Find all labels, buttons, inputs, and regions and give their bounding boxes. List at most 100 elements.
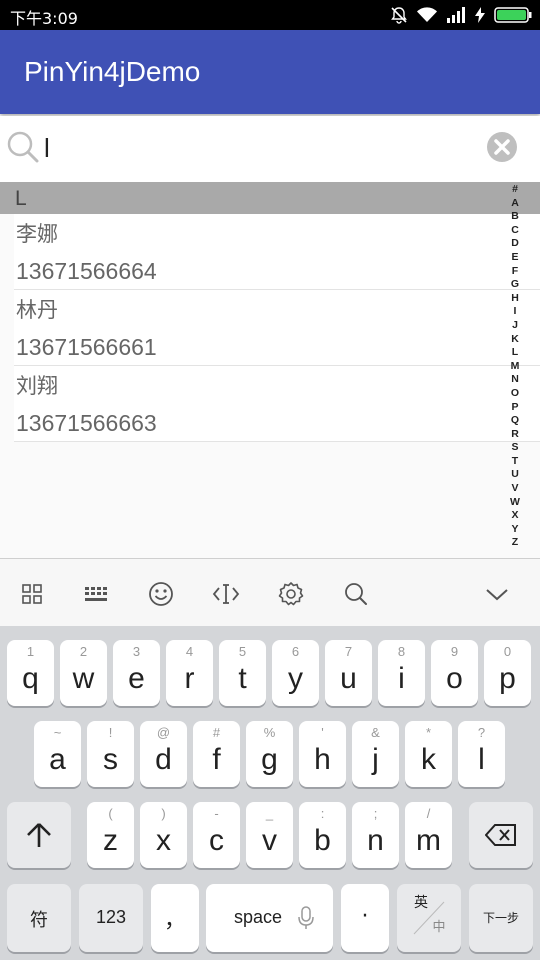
contact-phone: 13671566664 xyxy=(16,258,157,284)
language-toggle-button[interactable]: 英 中 xyxy=(397,884,461,952)
key-sub-label: 7 xyxy=(344,644,353,659)
index-letter[interactable]: N xyxy=(511,374,519,385)
search-input[interactable] xyxy=(44,130,464,166)
index-letter[interactable]: H xyxy=(511,293,519,304)
alphabet-index-bar[interactable]: # A B C D E F G H I J K L M N O P Q R S … xyxy=(506,184,524,548)
key-label: l xyxy=(478,743,485,776)
microphone-icon xyxy=(298,906,314,929)
key-h[interactable]: ' h xyxy=(299,721,346,787)
search-row xyxy=(0,116,540,182)
numbers-button[interactable]: 123 xyxy=(79,884,143,952)
period-label: · xyxy=(361,904,369,929)
index-letter[interactable]: T xyxy=(512,456,518,467)
index-letter[interactable]: S xyxy=(511,442,518,453)
key-d[interactable]: @ d xyxy=(140,721,187,787)
key-p[interactable]: 0p xyxy=(484,640,531,706)
key-x[interactable]: ) x xyxy=(140,802,187,868)
key-sub-label: @ xyxy=(156,725,171,740)
index-letter[interactable]: G xyxy=(511,279,519,290)
period-key[interactable]: · xyxy=(341,884,389,952)
key-n[interactable]: ; n xyxy=(352,802,399,868)
index-letter[interactable]: W xyxy=(510,497,520,508)
index-letter[interactable]: E xyxy=(511,252,518,263)
clear-icon[interactable] xyxy=(486,131,518,163)
index-letter[interactable]: V xyxy=(511,483,518,494)
index-letter[interactable]: X xyxy=(511,510,518,521)
settings-icon[interactable] xyxy=(276,579,306,609)
key-label: j xyxy=(372,743,379,776)
key-label: z xyxy=(103,824,118,857)
key-b[interactable]: :b xyxy=(299,802,346,868)
index-letter[interactable]: # xyxy=(512,184,518,195)
chevron-down-icon[interactable] xyxy=(482,579,512,609)
key-q[interactable]: 1q xyxy=(7,640,54,706)
key-o[interactable]: 9o xyxy=(431,640,478,706)
index-letter[interactable]: O xyxy=(511,388,519,399)
next-button[interactable]: 下一步 xyxy=(469,884,533,952)
space-bar[interactable]: space xyxy=(206,884,333,952)
key-s[interactable]: ! s xyxy=(87,721,134,787)
index-letter[interactable]: U xyxy=(511,469,519,480)
key-l[interactable]: ? l xyxy=(458,721,505,787)
index-letter[interactable]: F xyxy=(512,266,518,277)
index-letter[interactable]: C xyxy=(511,225,519,236)
key-label: b xyxy=(314,824,331,857)
index-letter[interactable]: Q xyxy=(511,415,519,426)
grid-icon[interactable] xyxy=(17,579,47,609)
index-letter[interactable]: P xyxy=(511,401,518,413)
index-letter[interactable]: R xyxy=(511,429,519,440)
status-bar: 下午3:09 xyxy=(0,0,540,30)
index-letter[interactable]: J xyxy=(512,320,518,331)
emoji-icon[interactable] xyxy=(146,579,176,609)
next-label: 下一步 xyxy=(482,911,519,925)
comma-key[interactable]: ， xyxy=(151,884,199,952)
symbols-button[interactable]: 符 xyxy=(7,884,71,952)
key-a[interactable]: ~ a xyxy=(34,721,81,787)
app-bar: PinYin4jDemo xyxy=(0,30,540,114)
key-k[interactable]: * k xyxy=(405,721,452,787)
search-icon[interactable] xyxy=(341,579,371,609)
key-c[interactable]: -c xyxy=(193,802,240,868)
key-e[interactable]: 3e xyxy=(113,640,160,706)
index-letter[interactable]: K xyxy=(511,334,519,345)
index-letter[interactable]: Y xyxy=(511,524,518,535)
index-letter[interactable]: L xyxy=(512,347,518,358)
contact-phone: 13671566663 xyxy=(16,410,157,436)
shift-button[interactable] xyxy=(7,802,71,868)
key-sub-label: ' xyxy=(321,725,324,740)
key-u[interactable]: 7u xyxy=(325,640,372,706)
key-label: v xyxy=(262,824,277,857)
key-w[interactable]: 2w xyxy=(60,640,107,706)
key-label: o xyxy=(446,662,463,695)
list-item[interactable]: 刘翔 13671566663 xyxy=(14,366,540,442)
key-sub-label: ? xyxy=(477,725,486,740)
index-letter[interactable]: B xyxy=(511,211,519,222)
key-sub-label: 6 xyxy=(291,644,300,659)
key-v[interactable]: _ v xyxy=(246,802,293,868)
index-letter[interactable]: A xyxy=(511,198,519,209)
key-j[interactable]: & j xyxy=(352,721,399,787)
backspace-button[interactable] xyxy=(469,802,533,868)
list-item[interactable]: 李娜 13671566664 xyxy=(14,214,540,290)
key-i[interactable]: 8i xyxy=(378,640,425,706)
index-letter[interactable]: M xyxy=(511,361,520,372)
key-z[interactable]: (z xyxy=(87,802,134,868)
contact-list[interactable]: L 李娜 13671566664 林丹 13671566661 刘翔 13671… xyxy=(0,182,540,558)
app-title: PinYin4jDemo xyxy=(24,56,201,87)
charging-icon xyxy=(475,7,485,23)
key-t[interactable]: 5t xyxy=(219,640,266,706)
keyboard-icon[interactable] xyxy=(81,579,111,609)
key-g[interactable]: % g xyxy=(246,721,293,787)
key-label: x xyxy=(156,824,171,857)
index-letter[interactable]: I xyxy=(514,306,517,317)
key-r[interactable]: 4r xyxy=(166,640,213,706)
cursor-icon[interactable] xyxy=(211,579,241,609)
key-sub-label: 8 xyxy=(397,644,406,659)
keyboard-toolbar xyxy=(0,558,540,626)
index-letter[interactable]: Z xyxy=(512,537,518,548)
key-m[interactable]: / m xyxy=(405,802,452,868)
index-letter[interactable]: D xyxy=(511,238,519,249)
key-f[interactable]: # f xyxy=(193,721,240,787)
list-item[interactable]: 林丹 13671566661 xyxy=(14,290,540,366)
key-y[interactable]: 6y xyxy=(272,640,319,706)
